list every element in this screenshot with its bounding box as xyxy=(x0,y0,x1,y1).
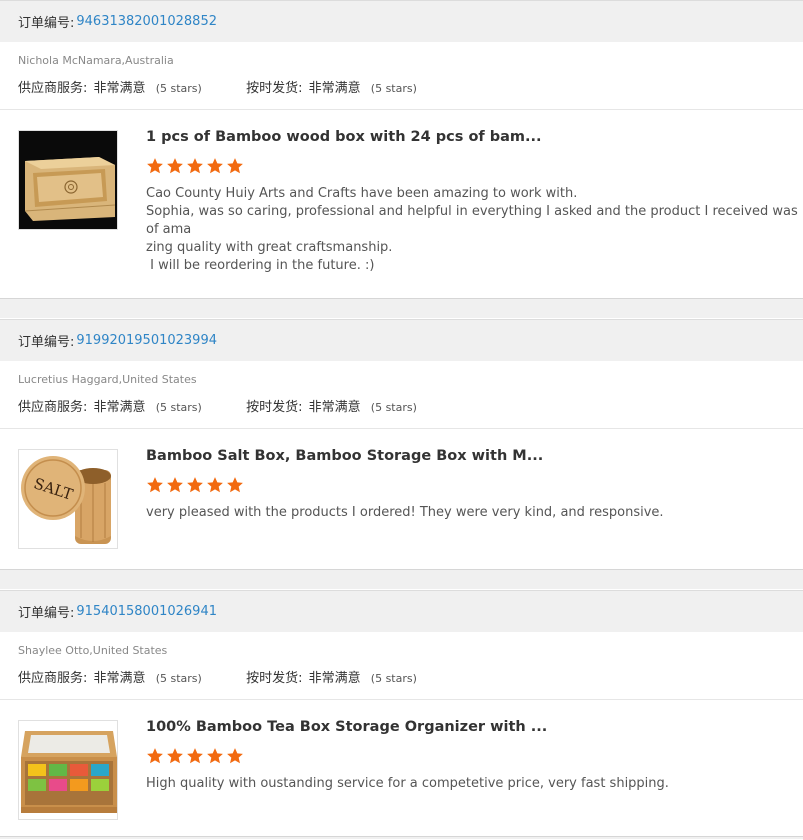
order-number-link[interactable]: 94631382001028852 xyxy=(76,14,217,29)
product-review: 100% Bamboo Tea Box Storage Organizer wi… xyxy=(0,700,803,840)
star-icon xyxy=(227,158,243,174)
buyer-name: Shaylee Otto,United States xyxy=(18,644,168,657)
review-card: 订单编号: 94631382001028852 Nichola McNamara… xyxy=(0,0,803,298)
buyer-info: Nichola McNamara,Australia 供应商服务: 非常满意 (… xyxy=(0,42,803,110)
star-icon xyxy=(187,158,203,174)
star-icon xyxy=(207,748,223,764)
star-icon xyxy=(227,748,243,764)
shipping-label: 按时发货: xyxy=(246,671,303,686)
shipping-label: 按时发货: xyxy=(246,81,303,96)
star-icon xyxy=(147,158,163,174)
star-icon xyxy=(187,748,203,764)
buyer-info: Lucretius Haggard,United States 供应商服务: 非… xyxy=(0,361,803,429)
star-icon xyxy=(167,158,183,174)
review-comment: Cao County Huiy Arts and Crafts have bee… xyxy=(146,186,798,273)
product-thumbnail[interactable]: SALT xyxy=(18,449,118,549)
product-review: 1 pcs of Bamboo wood box with 24 pcs of … xyxy=(0,110,803,298)
star-icon xyxy=(207,477,223,493)
order-number-link[interactable]: 91540158001026941 xyxy=(76,604,217,619)
seller-ratings: 供应商服务: 非常满意 (5 stars) 按时发货: 非常满意 (5 star… xyxy=(18,77,417,96)
order-header: 订单编号: 91540158001026941 xyxy=(0,590,803,632)
buyer-name: Lucretius Haggard,United States xyxy=(18,373,197,386)
review-card: 订单编号: 91992019501023994 Lucretius Haggar… xyxy=(0,319,803,569)
separator xyxy=(0,298,803,318)
star-icon xyxy=(167,748,183,764)
product-title-link[interactable]: Bamboo Salt Box, Bamboo Storage Box with… xyxy=(146,448,543,464)
rating-stars xyxy=(146,476,244,494)
order-label: 订单编号: xyxy=(18,335,75,350)
product-thumbnail[interactable] xyxy=(18,720,118,820)
star-icon xyxy=(147,748,163,764)
bamboo-box-image xyxy=(19,131,117,229)
order-label: 订单编号: xyxy=(18,16,75,31)
separator xyxy=(0,569,803,589)
supplier-service-value: 非常满意 xyxy=(93,400,146,415)
shipping-value: 非常满意 xyxy=(308,400,361,415)
product-title-link[interactable]: 1 pcs of Bamboo wood box with 24 pcs of … xyxy=(146,129,542,145)
salt-box-image: SALT xyxy=(19,450,117,548)
product-title-link[interactable]: 100% Bamboo Tea Box Storage Organizer wi… xyxy=(146,719,547,735)
order-header: 订单编号: 91992019501023994 xyxy=(0,319,803,361)
supplier-service-label: 供应商服务: xyxy=(18,81,88,96)
seller-ratings: 供应商服务: 非常满意 (5 stars) 按时发货: 非常满意 (5 star… xyxy=(18,396,417,415)
rating-stars xyxy=(146,747,244,765)
shipping-stars: (5 stars) xyxy=(370,82,417,95)
review-comment: very pleased with the products I ordered… xyxy=(146,505,664,520)
buyer-name: Nichola McNamara,Australia xyxy=(18,54,174,67)
star-icon xyxy=(187,477,203,493)
order-label: 订单编号: xyxy=(18,606,75,621)
tea-box-image xyxy=(19,721,117,819)
shipping-label: 按时发货: xyxy=(246,400,303,415)
seller-ratings: 供应商服务: 非常满意 (5 stars) 按时发货: 非常满意 (5 star… xyxy=(18,667,417,686)
star-icon xyxy=(167,477,183,493)
supplier-service-value: 非常满意 xyxy=(93,671,146,686)
supplier-service-value: 非常满意 xyxy=(93,81,146,96)
shipping-value: 非常满意 xyxy=(308,671,361,686)
product-review: SALT Bamboo Salt Box, Bamboo Storage Box… xyxy=(0,429,803,569)
product-thumbnail[interactable] xyxy=(18,130,118,230)
supplier-service-stars: (5 stars) xyxy=(155,672,202,685)
supplier-service-stars: (5 stars) xyxy=(155,82,202,95)
shipping-value: 非常满意 xyxy=(308,81,361,96)
star-icon xyxy=(207,158,223,174)
supplier-service-label: 供应商服务: xyxy=(18,671,88,686)
review-comment: High quality with oustanding service for… xyxy=(146,776,669,791)
order-header: 订单编号: 94631382001028852 xyxy=(0,0,803,42)
supplier-service-stars: (5 stars) xyxy=(155,401,202,414)
shipping-stars: (5 stars) xyxy=(370,401,417,414)
supplier-service-label: 供应商服务: xyxy=(18,400,88,415)
buyer-info: Shaylee Otto,United States 供应商服务: 非常满意 (… xyxy=(0,632,803,700)
review-card: 订单编号: 91540158001026941 Shaylee Otto,Uni… xyxy=(0,590,803,840)
shipping-stars: (5 stars) xyxy=(370,672,417,685)
rating-stars xyxy=(146,157,244,175)
star-icon xyxy=(147,477,163,493)
order-number-link[interactable]: 91992019501023994 xyxy=(76,333,217,348)
star-icon xyxy=(227,477,243,493)
